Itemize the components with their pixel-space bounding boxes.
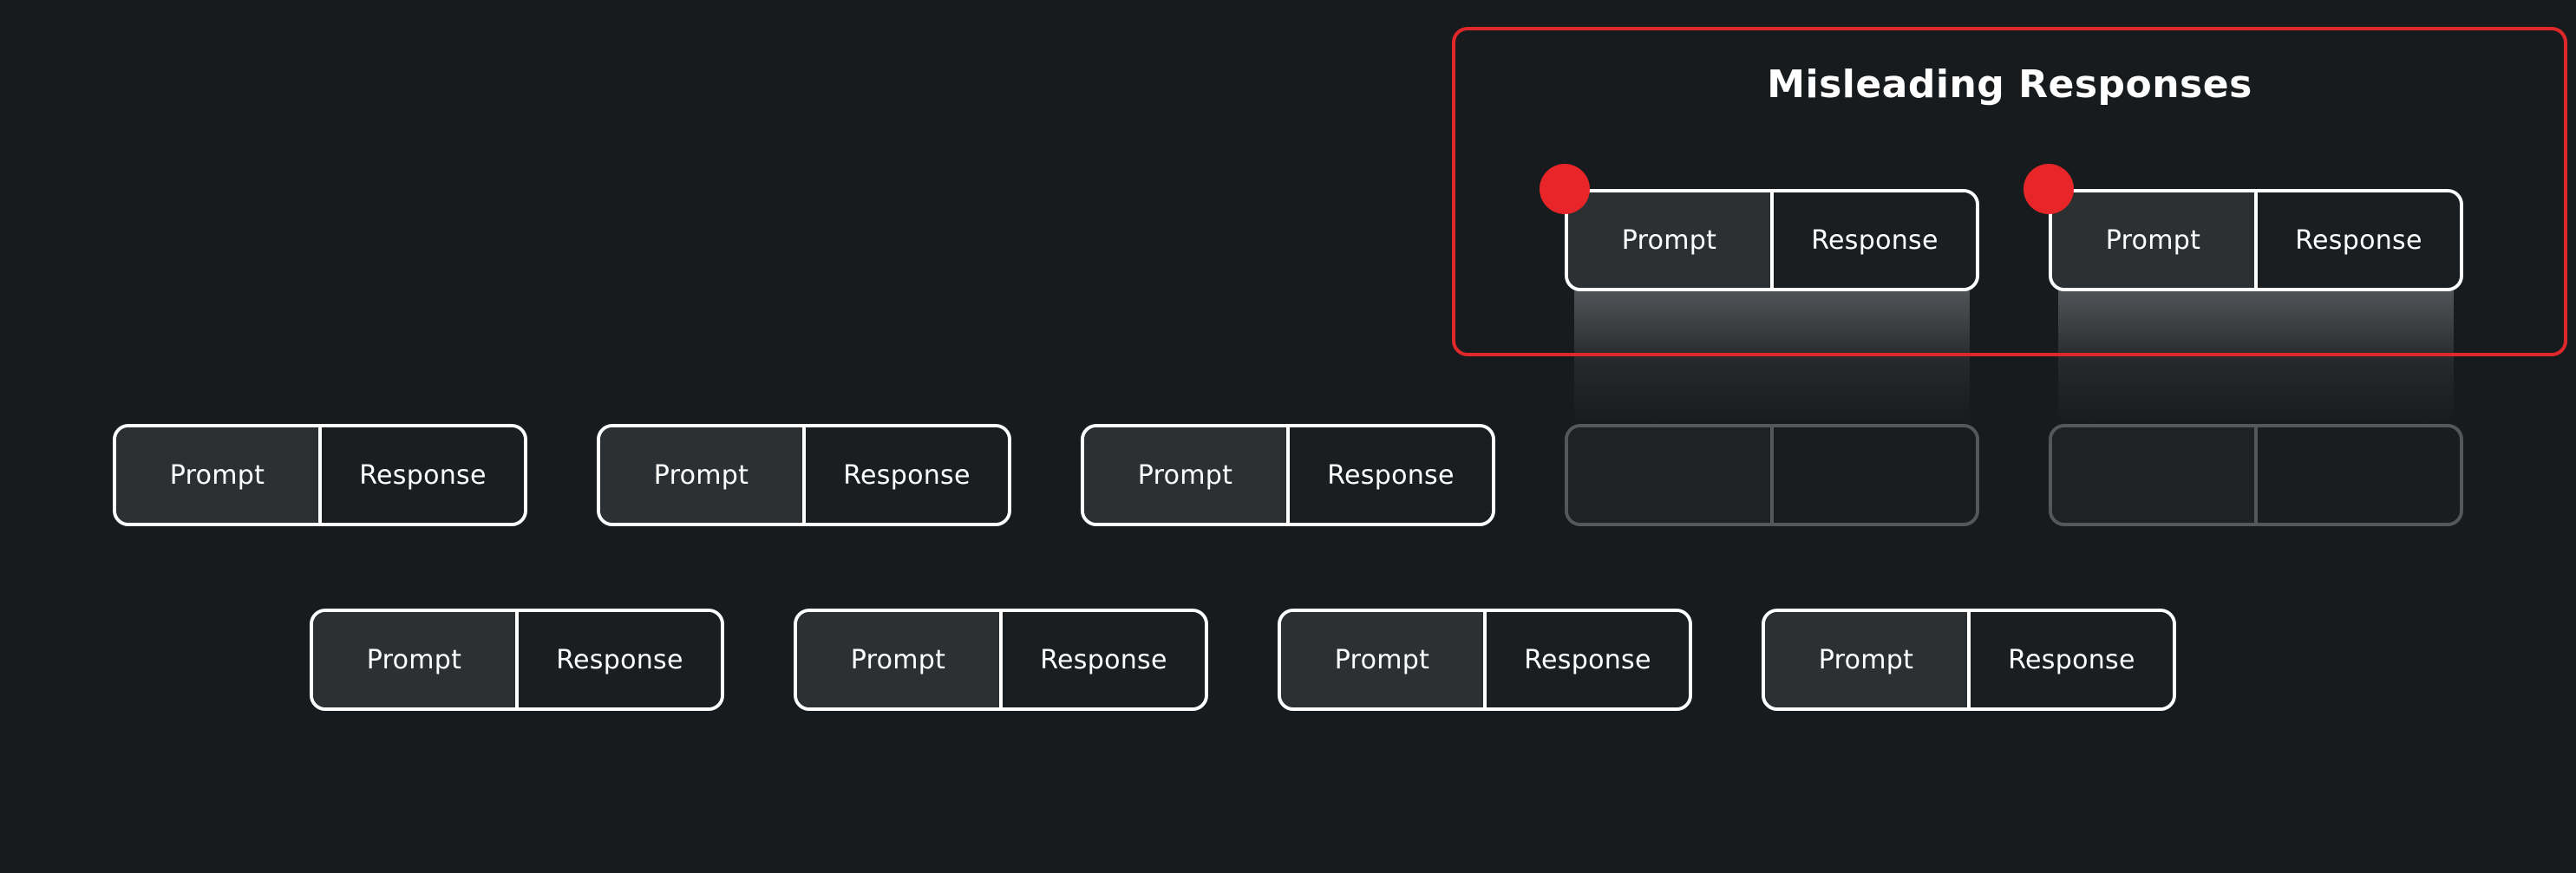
prompt-cell: Prompt	[116, 427, 318, 523]
prompt-cell: Prompt	[1568, 192, 1770, 288]
prompt-cell: Prompt	[1281, 612, 1483, 707]
response-cell	[2254, 427, 2460, 523]
pair-middle-2: Prompt Response	[597, 424, 1011, 526]
prompt-cell: Prompt	[313, 612, 515, 707]
pair-bottom-3: Prompt Response	[1278, 609, 1692, 711]
pair-middle-3: Prompt Response	[1081, 424, 1495, 526]
flagged-pair-1: Prompt Response	[1565, 189, 1979, 291]
group-title: Misleading Responses	[1767, 62, 2252, 107]
pair-bottom-4: Prompt Response	[1762, 609, 2176, 711]
prompt-cell	[1568, 427, 1770, 523]
flag-marker	[1540, 164, 1590, 214]
prompt-cell: Prompt	[1084, 427, 1286, 523]
prompt-cell	[2052, 427, 2254, 523]
pair-bottom-1: Prompt Response	[310, 609, 724, 711]
flagged-pair-2: Prompt Response	[2049, 189, 2463, 291]
response-cell: Response	[1286, 427, 1492, 523]
empty-pair-slot-1	[1565, 424, 1979, 526]
response-cell: Response	[2254, 192, 2460, 288]
response-cell: Response	[1967, 612, 2173, 707]
response-cell: Response	[802, 427, 1008, 523]
prompt-cell: Prompt	[2052, 192, 2254, 288]
pair-bottom-2: Prompt Response	[794, 609, 1208, 711]
flag-marker	[2024, 164, 2074, 214]
empty-pair-slot-2	[2049, 424, 2463, 526]
prompt-cell: Prompt	[1765, 612, 1967, 707]
response-cell: Response	[318, 427, 524, 523]
pair-middle-1: Prompt Response	[113, 424, 527, 526]
response-cell: Response	[1770, 192, 1976, 288]
prompt-cell: Prompt	[600, 427, 802, 523]
response-cell: Response	[515, 612, 721, 707]
response-cell	[1770, 427, 1976, 523]
prompt-cell: Prompt	[797, 612, 999, 707]
response-cell: Response	[999, 612, 1205, 707]
response-cell: Response	[1483, 612, 1689, 707]
